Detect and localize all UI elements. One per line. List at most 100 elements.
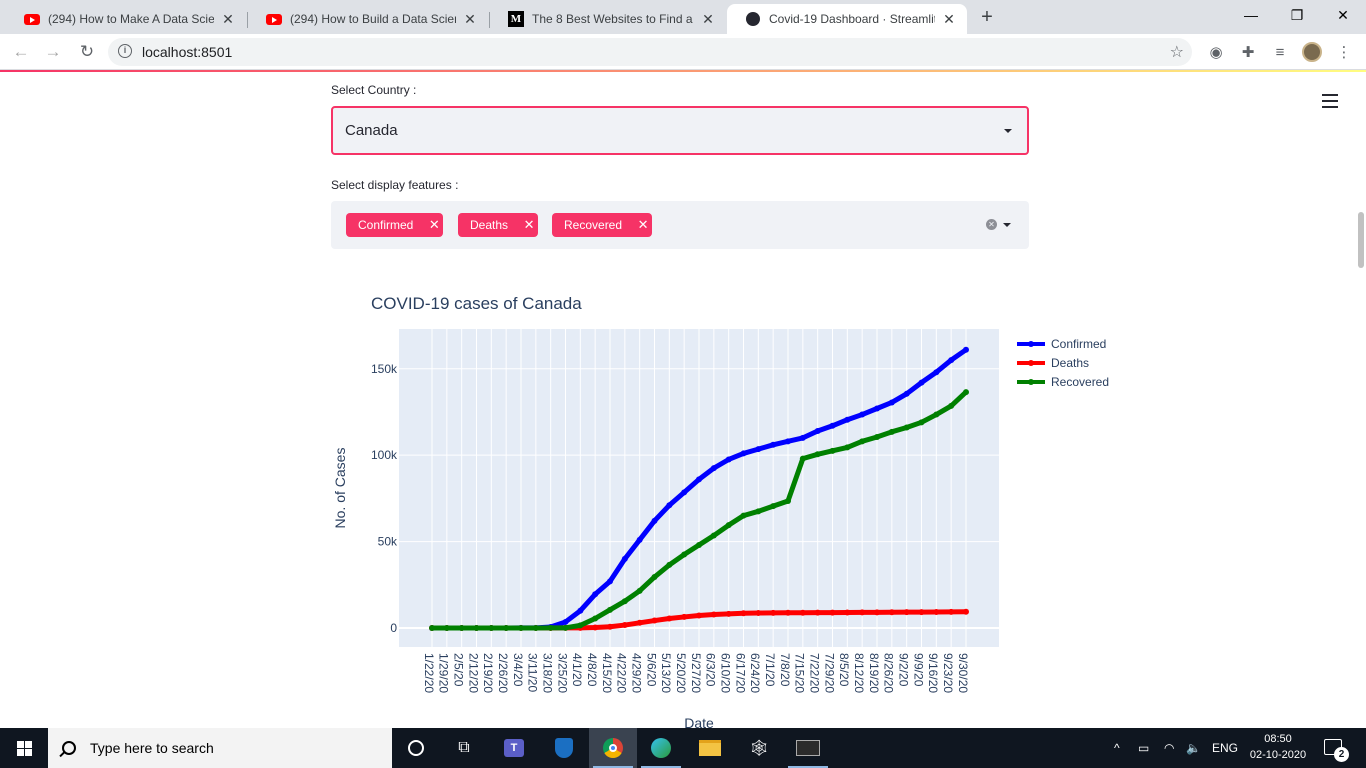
terminal-icon[interactable] [784, 728, 832, 768]
cortana-icon[interactable] [392, 728, 440, 768]
data-point[interactable] [592, 624, 599, 631]
data-point[interactable] [814, 609, 821, 616]
site-info-icon[interactable]: i [118, 44, 132, 58]
data-point[interactable] [799, 455, 806, 462]
taskbar-clock[interactable]: 08:50 02-10-2020 [1240, 731, 1316, 763]
browser-tab-2[interactable]: (294) How to Build a Data Scienc ✕ [248, 4, 488, 34]
legend-item-confirmed[interactable]: Confirmed [1017, 337, 1106, 351]
data-point[interactable] [933, 411, 940, 418]
data-point[interactable] [577, 607, 584, 614]
data-point[interactable] [503, 624, 510, 631]
back-button[interactable]: ← [10, 41, 32, 63]
data-point[interactable] [547, 624, 554, 631]
data-point[interactable] [770, 441, 777, 448]
data-point[interactable] [903, 609, 910, 616]
battery-icon[interactable]: ▭ [1138, 728, 1149, 768]
data-point[interactable] [903, 390, 910, 397]
browser-menu-icon[interactable]: ⋮ [1334, 42, 1354, 62]
data-point[interactable] [948, 357, 955, 364]
language-indicator[interactable]: ENG [1212, 728, 1238, 768]
data-point[interactable] [562, 624, 569, 631]
data-point[interactable] [636, 587, 643, 594]
data-point[interactable] [577, 622, 584, 629]
data-point[interactable] [488, 624, 495, 631]
data-point[interactable] [918, 379, 925, 386]
forward-button[interactable]: → [42, 41, 64, 63]
extensions-puzzle-icon[interactable]: ✚ [1238, 42, 1258, 62]
task-view-icon[interactable]: ⧉ [440, 728, 488, 768]
data-point[interactable] [592, 591, 599, 598]
data-point[interactable] [918, 609, 925, 616]
data-point[interactable] [859, 438, 866, 445]
browser-tab-3[interactable]: M The 8 Best Websites to Find a Ha ✕ [490, 4, 726, 34]
data-point[interactable] [592, 615, 599, 622]
data-point[interactable] [963, 389, 969, 396]
edge-icon[interactable] [637, 728, 685, 768]
data-point[interactable] [607, 578, 613, 585]
close-tab-icon[interactable]: ✕ [220, 11, 236, 28]
action-center-icon[interactable]: 2 [1324, 739, 1349, 762]
data-point[interactable] [443, 624, 450, 631]
data-point[interactable] [696, 542, 702, 549]
data-point[interactable] [844, 444, 851, 451]
file-explorer-icon[interactable] [686, 728, 734, 768]
data-point[interactable] [636, 619, 643, 626]
data-point[interactable] [666, 561, 673, 568]
browser-tab-4-active[interactable]: Covid-19 Dashboard · Streamlit ✕ [727, 4, 967, 34]
data-point[interactable] [755, 508, 762, 515]
covid-line-chart[interactable]: 0 50k 100k 150k 1/22/20 1/29/20 2/5/20 2/12/20… [0, 72, 1366, 728]
data-point[interactable] [532, 624, 539, 631]
data-point[interactable] [621, 598, 628, 605]
data-point[interactable] [948, 608, 955, 615]
chrome-icon[interactable] [589, 728, 637, 768]
taskbar-search-box[interactable]: Type here to search [48, 728, 392, 768]
data-point[interactable] [681, 551, 688, 558]
data-point[interactable] [874, 405, 880, 412]
data-point[interactable] [621, 555, 628, 562]
extension-circle-icon[interactable]: ◉ [1206, 42, 1226, 62]
bookmark-star-icon[interactable]: ☆ [1170, 42, 1184, 62]
data-point[interactable] [458, 624, 465, 631]
data-point[interactable] [963, 608, 969, 615]
data-point[interactable] [725, 456, 732, 463]
data-point[interactable] [874, 434, 880, 441]
new-tab-button[interactable]: + [976, 6, 998, 28]
data-point[interactable] [429, 624, 435, 631]
data-point[interactable] [710, 611, 717, 618]
data-point[interactable] [844, 416, 851, 423]
data-point[interactable] [888, 609, 895, 616]
restore-button[interactable]: ❐ [1274, 0, 1320, 30]
legend-item-recovered[interactable]: Recovered [1017, 375, 1109, 389]
close-tab-icon[interactable]: ✕ [941, 11, 957, 28]
data-point[interactable] [785, 438, 791, 445]
data-point[interactable] [696, 476, 702, 483]
profile-avatar-icon[interactable] [1302, 42, 1322, 62]
data-point[interactable] [829, 609, 836, 616]
data-point[interactable] [770, 503, 777, 510]
data-point[interactable] [859, 609, 866, 616]
data-point[interactable] [785, 609, 791, 616]
wifi-icon[interactable]: ◠ [1164, 728, 1174, 768]
data-point[interactable] [562, 618, 569, 625]
data-point[interactable] [740, 450, 747, 457]
spider-app-icon[interactable]: 🕸 [735, 728, 783, 768]
data-point[interactable] [473, 624, 480, 631]
teams-icon[interactable]: T [490, 728, 538, 768]
data-point[interactable] [740, 512, 747, 519]
data-point[interactable] [725, 610, 732, 617]
data-point[interactable] [651, 617, 658, 624]
data-point[interactable] [636, 536, 643, 543]
data-point[interactable] [844, 609, 851, 616]
browser-tab-1[interactable]: (294) How to Make A Data Scienc ✕ [6, 4, 246, 34]
close-window-button[interactable]: ✕ [1320, 0, 1366, 30]
data-point[interactable] [755, 446, 762, 453]
data-point[interactable] [710, 465, 717, 472]
windows-start-button[interactable] [0, 728, 48, 768]
reload-button[interactable]: ↻ [76, 41, 98, 63]
data-point[interactable] [918, 419, 925, 426]
data-point[interactable] [770, 609, 777, 616]
data-point[interactable] [651, 574, 658, 581]
data-point[interactable] [681, 613, 688, 620]
data-point[interactable] [518, 624, 524, 631]
data-point[interactable] [829, 422, 836, 429]
